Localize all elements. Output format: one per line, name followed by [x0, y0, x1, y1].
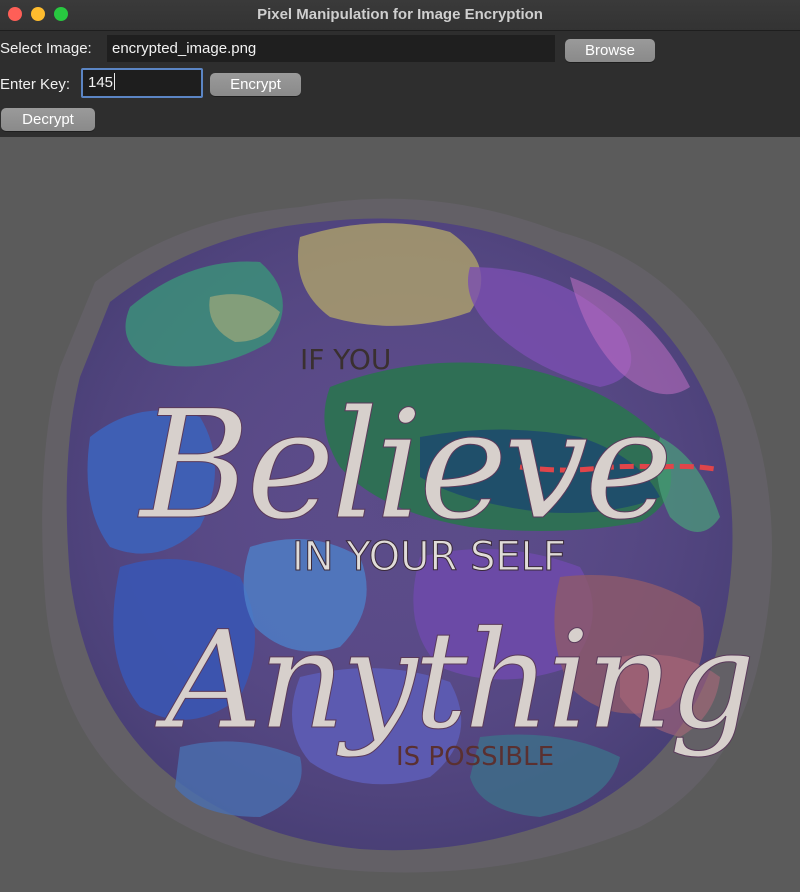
quote-text-if-you: IF YOU	[300, 343, 391, 376]
encrypted-image: IF YOU Believe IN YOUR SELF Anything IS …	[0, 137, 800, 892]
text-caret	[114, 73, 116, 90]
image-path-field[interactable]: encrypted_image.png	[107, 35, 555, 62]
controls-panel: Select Image: encrypted_image.png Browse…	[0, 31, 800, 136]
window-title: Pixel Manipulation for Image Encryption	[257, 6, 543, 23]
quote-text-in-yourself: IN YOUR SELF	[292, 534, 566, 580]
app-window: Pixel Manipulation for Image Encryption …	[0, 0, 800, 892]
select-image-label: Select Image:	[0, 40, 92, 57]
key-input[interactable]: 145	[81, 68, 203, 98]
key-input-value: 145	[88, 74, 114, 91]
image-preview: IF YOU Believe IN YOUR SELF Anything IS …	[0, 137, 800, 892]
decrypt-button[interactable]: Decrypt	[1, 108, 95, 131]
quote-text-believe: Believe	[137, 379, 669, 553]
quote-text-is-possible: IS POSSIBLE	[396, 742, 554, 772]
encrypt-button[interactable]: Encrypt	[210, 73, 301, 96]
browse-button[interactable]: Browse	[565, 39, 655, 62]
enter-key-label: Enter Key:	[0, 76, 71, 93]
title-bar: Pixel Manipulation for Image Encryption	[0, 0, 800, 31]
quote-text-anything: Anything	[154, 602, 751, 759]
